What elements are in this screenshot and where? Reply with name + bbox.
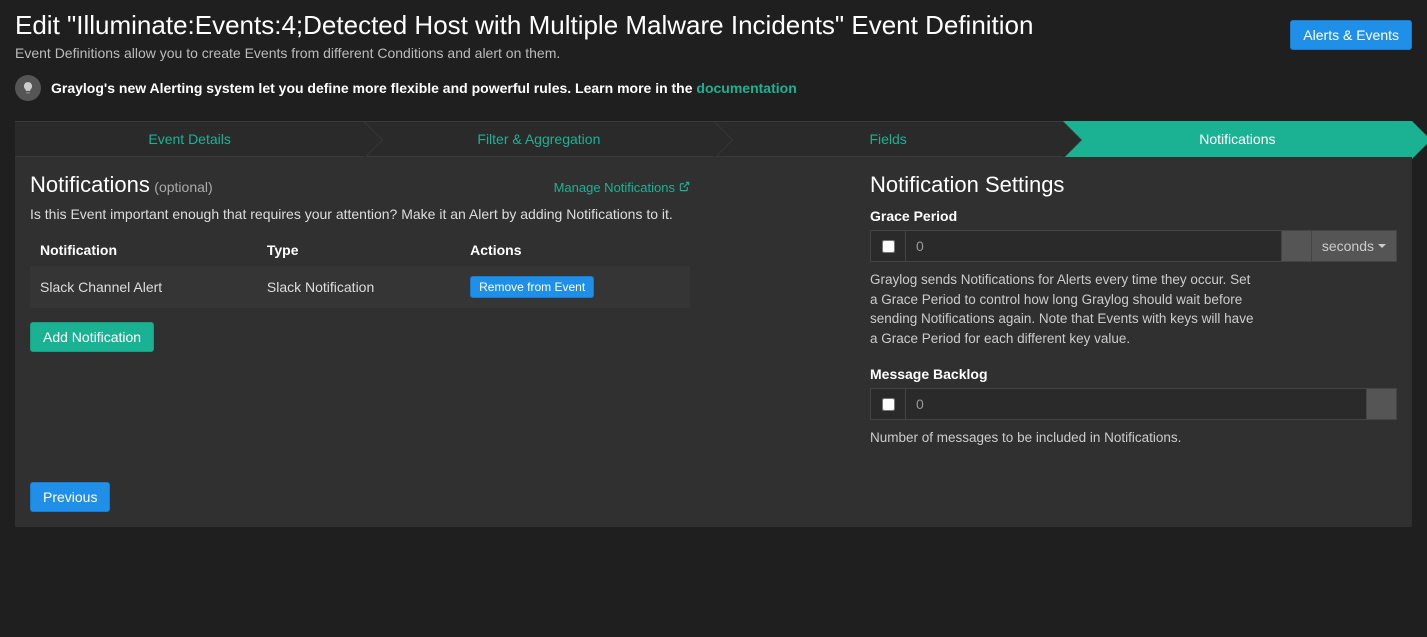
grace-period-help: Graylog sends Notifications for Alerts e… xyxy=(870,270,1260,348)
message-backlog-checkbox[interactable] xyxy=(882,398,895,411)
grace-period-checkbox[interactable] xyxy=(882,240,895,253)
lightbulb-icon xyxy=(15,75,41,101)
grace-period-input[interactable] xyxy=(906,230,1282,262)
col-notification: Notification xyxy=(30,234,257,266)
previous-button[interactable]: Previous xyxy=(30,482,110,512)
callout-pre: Graylog's new Alerting system let you de… xyxy=(51,80,696,96)
col-actions: Actions xyxy=(460,234,690,266)
page-header: Edit "Illuminate:Events:4;Detected Host … xyxy=(15,0,1412,103)
wizard-step-event-details[interactable]: Event Details xyxy=(15,121,364,157)
main-panel: Event Details Filter & Aggregation Field… xyxy=(15,121,1412,527)
message-backlog-label: Message Backlog xyxy=(870,366,1397,382)
message-backlog-help: Number of messages to be included in Not… xyxy=(870,428,1260,448)
grace-period-group: seconds xyxy=(870,230,1397,262)
wizard-step-notifications[interactable]: Notifications xyxy=(1063,121,1412,157)
alerts-events-button[interactable]: Alerts & Events xyxy=(1290,20,1412,50)
message-backlog-spinner[interactable] xyxy=(1367,388,1397,420)
wizard-step-filter-aggregation[interactable]: Filter & Aggregation xyxy=(364,121,713,157)
table-row: Slack Channel Alert Slack Notification R… xyxy=(30,266,690,308)
notifications-title: Notifications xyxy=(30,172,150,197)
grace-period-label: Grace Period xyxy=(870,208,1397,224)
info-callout: Graylog's new Alerting system let you de… xyxy=(15,73,1290,103)
notification-name: Slack Channel Alert xyxy=(30,266,257,308)
documentation-link[interactable]: documentation xyxy=(696,80,796,96)
notifications-table: Notification Type Actions Slack Channel … xyxy=(30,234,690,308)
callout-text: Graylog's new Alerting system let you de… xyxy=(51,80,797,96)
grace-period-spinner[interactable] xyxy=(1282,230,1312,262)
notifications-description: Is this Event important enough that requ… xyxy=(30,206,690,222)
chevron-down-icon xyxy=(1378,244,1386,248)
wizard-nav: Event Details Filter & Aggregation Field… xyxy=(15,121,1412,157)
optional-label: (optional) xyxy=(154,179,212,195)
wizard-step-fields[interactable]: Fields xyxy=(714,121,1063,157)
settings-title: Notification Settings xyxy=(870,172,1397,198)
grace-period-unit-select[interactable]: seconds xyxy=(1312,230,1397,262)
manage-notifications-link[interactable]: Manage Notifications xyxy=(554,180,690,195)
notification-type: Slack Notification xyxy=(257,266,460,308)
manage-notifications-label: Manage Notifications xyxy=(554,180,675,195)
message-backlog-input[interactable] xyxy=(906,388,1367,420)
page-title: Edit "Illuminate:Events:4;Detected Host … xyxy=(15,10,1290,41)
grace-period-toggle[interactable] xyxy=(870,230,906,262)
page-subtitle: Event Definitions allow you to create Ev… xyxy=(15,45,1290,61)
message-backlog-group xyxy=(870,388,1397,420)
external-link-icon xyxy=(679,181,690,195)
col-type: Type xyxy=(257,234,460,266)
add-notification-button[interactable]: Add Notification xyxy=(30,322,154,352)
remove-from-event-button[interactable]: Remove from Event xyxy=(470,276,594,298)
grace-period-unit-label: seconds xyxy=(1322,238,1374,254)
message-backlog-toggle[interactable] xyxy=(870,388,906,420)
